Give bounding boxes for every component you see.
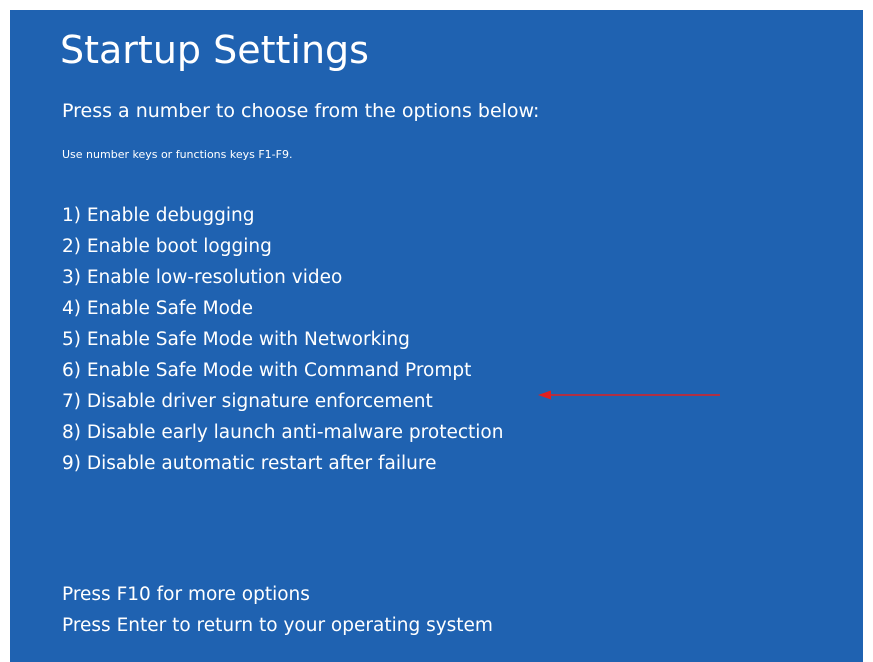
option-enable-debugging[interactable]: 1) Enable debugging [62, 200, 503, 231]
option-disable-early-launch-anti-malware[interactable]: 8) Disable early launch anti-malware pro… [62, 417, 503, 448]
page-title: Startup Settings [60, 28, 369, 72]
option-enable-safe-mode-command-prompt[interactable]: 6) Enable Safe Mode with Command Prompt [62, 355, 503, 386]
more-options-text[interactable]: Press F10 for more options [62, 579, 493, 610]
option-disable-driver-signature-enforcement[interactable]: 7) Disable driver signature enforcement [62, 386, 503, 417]
option-enable-safe-mode-networking[interactable]: 5) Enable Safe Mode with Networking [62, 324, 503, 355]
option-enable-safe-mode[interactable]: 4) Enable Safe Mode [62, 293, 503, 324]
footer-instructions: Press F10 for more options Press Enter t… [62, 579, 493, 641]
option-enable-low-resolution-video[interactable]: 3) Enable low-resolution video [62, 262, 503, 293]
startup-settings-screen: Startup Settings Press a number to choos… [10, 10, 863, 662]
option-disable-automatic-restart[interactable]: 9) Disable automatic restart after failu… [62, 448, 503, 479]
red-arrow-icon [538, 390, 720, 400]
return-to-os-text[interactable]: Press Enter to return to your operating … [62, 610, 493, 641]
instruction-text: Press a number to choose from the option… [62, 100, 540, 122]
startup-options-list: 1) Enable debugging 2) Enable boot loggi… [62, 200, 503, 479]
option-enable-boot-logging[interactable]: 2) Enable boot logging [62, 231, 503, 262]
key-hint-text: Use number keys or functions keys F1-F9. [62, 148, 293, 161]
